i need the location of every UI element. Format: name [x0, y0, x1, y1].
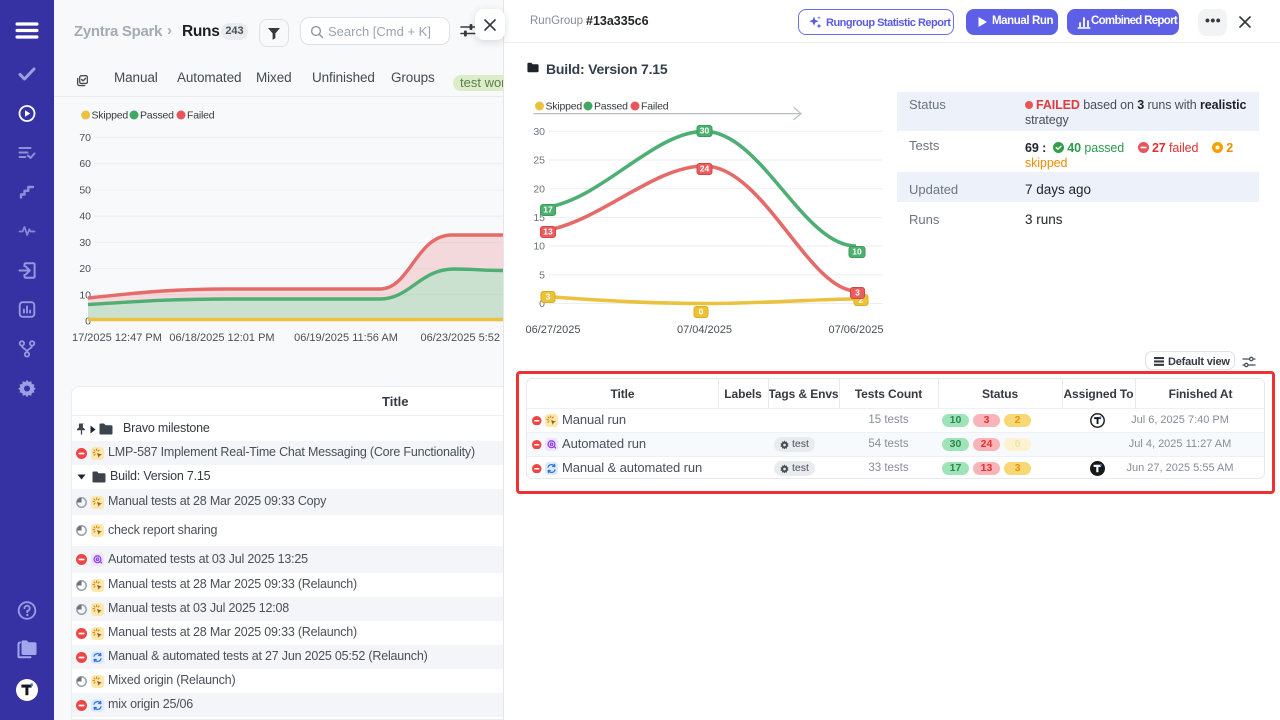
svg-text:24: 24 — [700, 164, 710, 174]
svg-text:0: 0 — [699, 307, 704, 317]
svg-text:06/23/2025 5:52 PM: 06/23/2025 5:52 PM — [420, 332, 504, 344]
svg-text:06/18/2025 12:01 PM: 06/18/2025 12:01 PM — [169, 332, 274, 344]
svg-text:Passed: Passed — [594, 101, 628, 113]
svg-text:70: 70 — [79, 132, 91, 144]
svg-text:40: 40 — [79, 211, 91, 223]
svg-text:07/04/2025: 07/04/2025 — [677, 324, 732, 336]
svg-text:06/27/2025: 06/27/2025 — [525, 324, 580, 336]
svg-text:60: 60 — [79, 158, 91, 170]
svg-text:25: 25 — [533, 155, 545, 167]
svg-text:20: 20 — [79, 263, 91, 275]
svg-text:07/06/2025: 07/06/2025 — [828, 324, 883, 336]
svg-text:20: 20 — [533, 183, 545, 195]
svg-text:Skipped: Skipped — [92, 110, 129, 122]
svg-text:30: 30 — [79, 237, 91, 249]
svg-text:Failed: Failed — [187, 110, 215, 122]
svg-text:3: 3 — [546, 292, 551, 302]
svg-text:13: 13 — [543, 227, 553, 237]
svg-text:30: 30 — [533, 126, 545, 138]
svg-text:10: 10 — [533, 241, 545, 253]
svg-text:17/2025 12:47 PM: 17/2025 12:47 PM — [72, 332, 162, 344]
svg-text:17: 17 — [543, 205, 553, 215]
svg-text:30: 30 — [700, 126, 710, 136]
svg-text:3: 3 — [855, 288, 860, 298]
svg-text:10: 10 — [852, 247, 862, 257]
svg-text:Failed: Failed — [641, 101, 669, 113]
svg-text:06/19/2025 11:56 AM: 06/19/2025 11:56 AM — [294, 332, 398, 344]
svg-text:Passed: Passed — [140, 110, 174, 122]
svg-text:50: 50 — [79, 185, 91, 197]
svg-text:5: 5 — [539, 270, 545, 282]
svg-text:Skipped: Skipped — [546, 101, 583, 113]
